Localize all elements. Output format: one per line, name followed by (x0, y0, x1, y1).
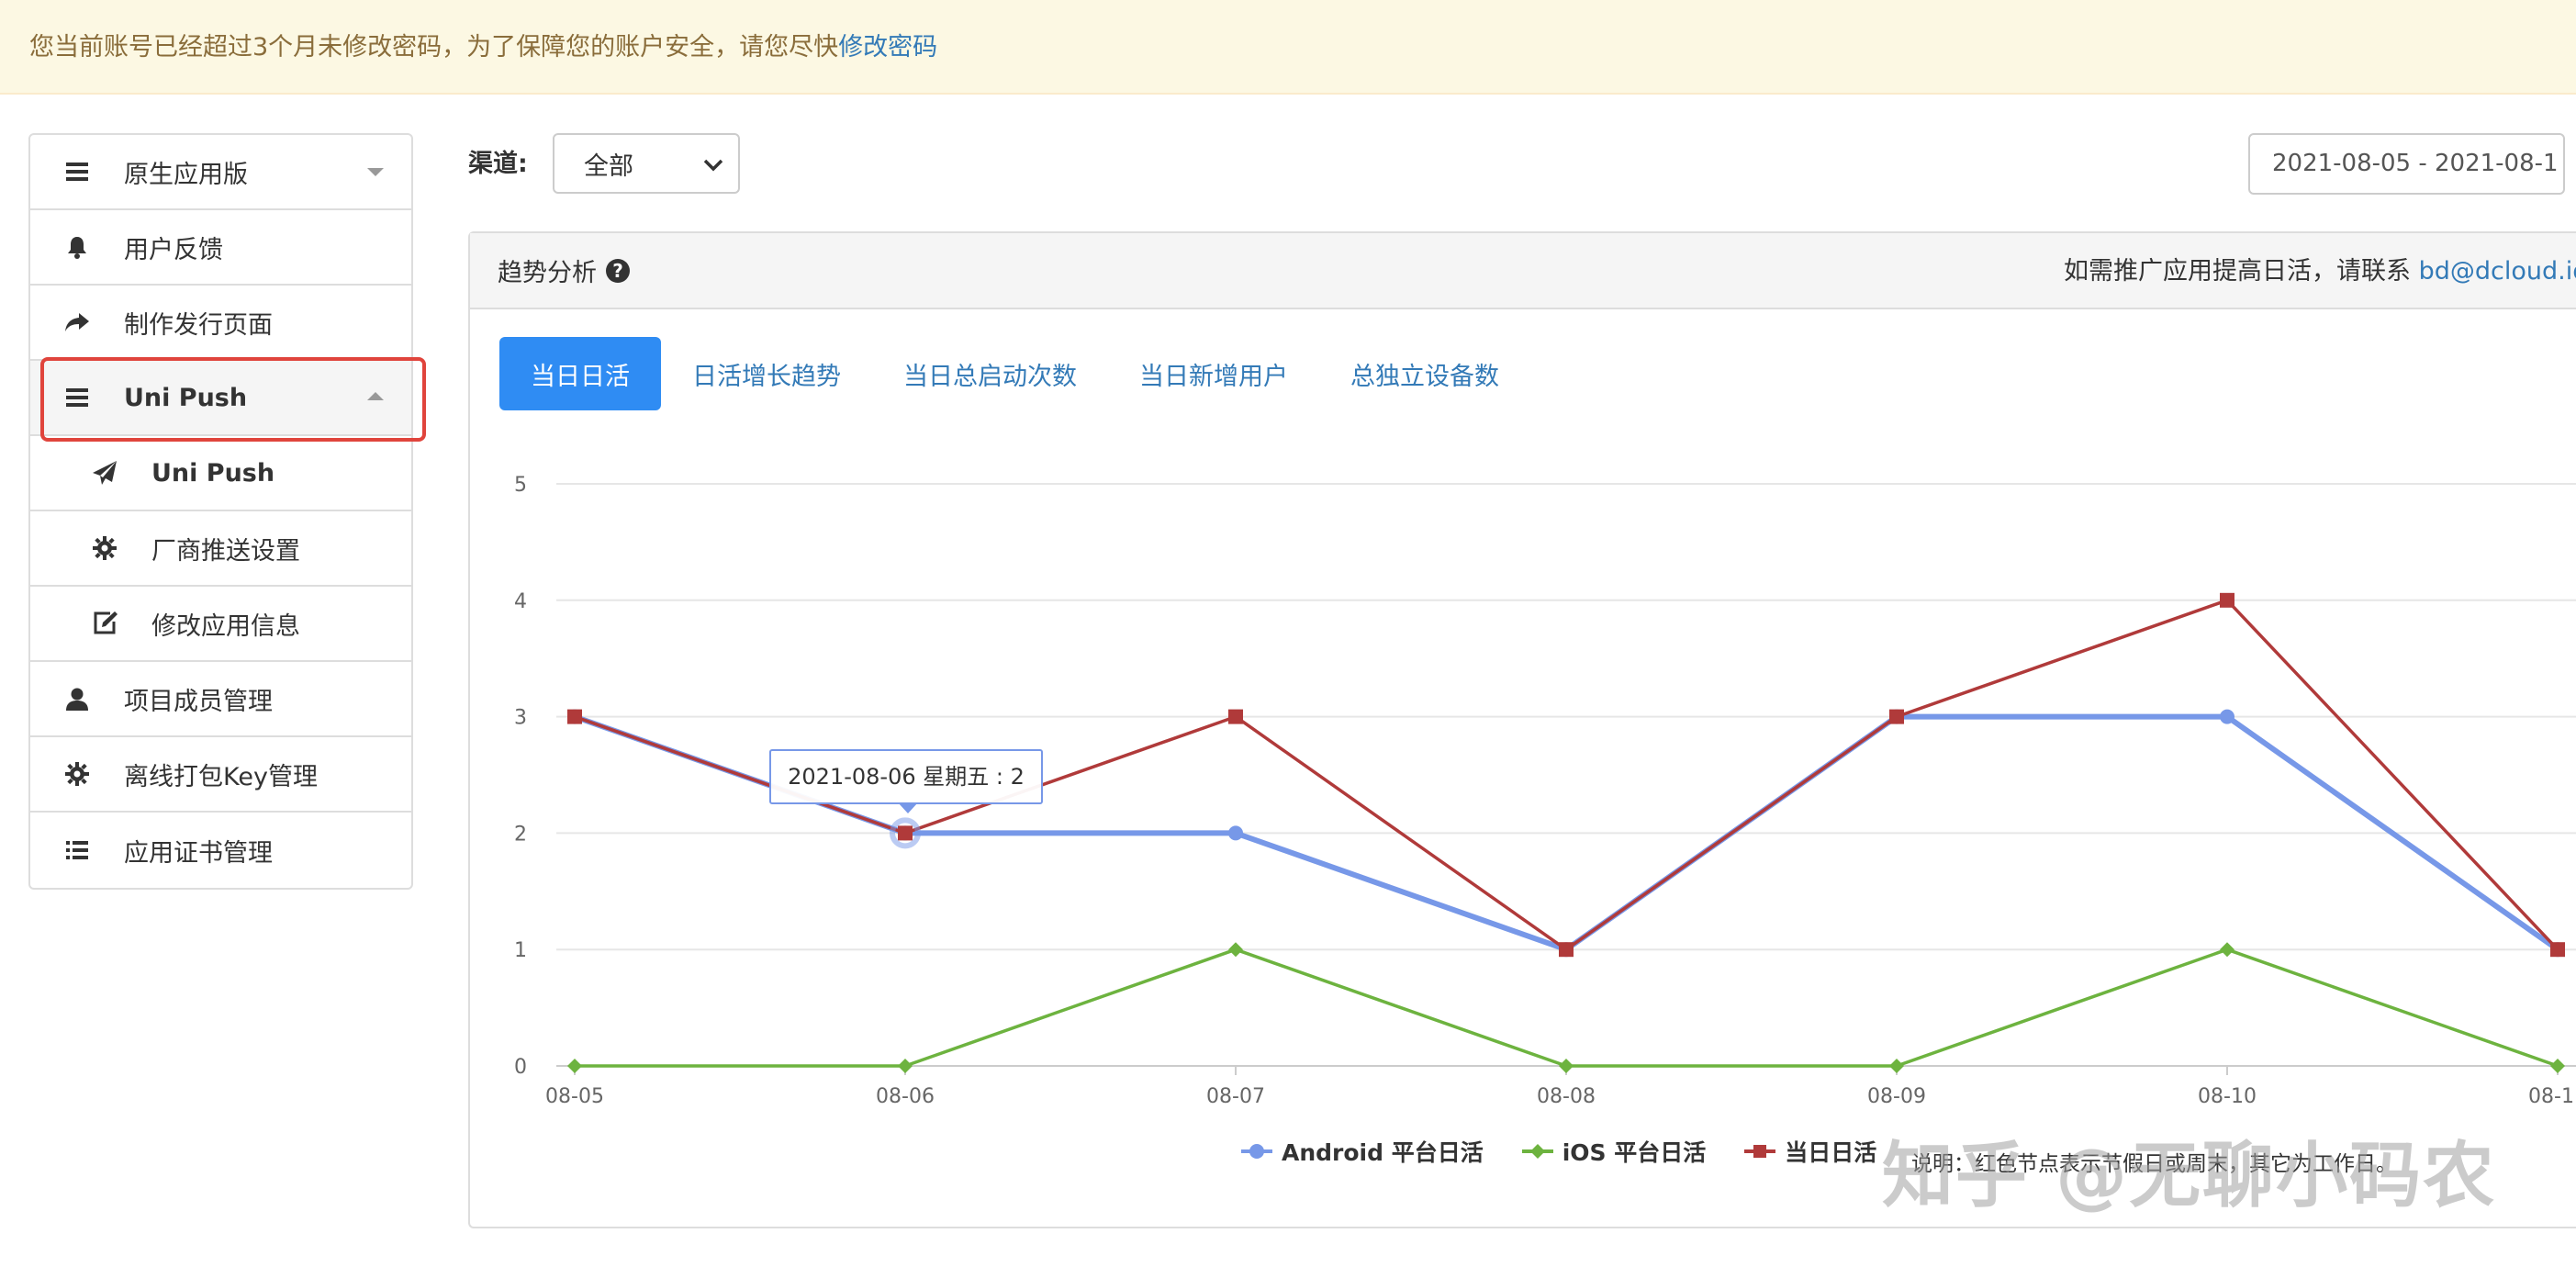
sidebar-item-4[interactable]: Uni Push (30, 436, 411, 511)
legend-marker (1241, 1144, 1272, 1159)
sidebar-item-8[interactable]: 离线打包Key管理 (30, 737, 411, 813)
sidebar-item-2[interactable]: 制作发行页面 (30, 286, 411, 361)
point-daily (2220, 592, 2234, 608)
x-tick-label: 08-07 (1206, 1085, 1265, 1108)
sidebar-item-label: Uni Push (151, 458, 275, 488)
panel-header: 趋势分析 ? 如需推广应用提高日活，请联系 bd@dcloud.io (470, 233, 2576, 309)
x-tick-label: 08-06 (876, 1085, 935, 1108)
paper-plane-icon (87, 455, 122, 490)
legend-item-1[interactable]: iOS 平台日活 (1521, 1135, 1707, 1168)
x-tick-label: 08-05 (545, 1085, 604, 1108)
point-daily (1889, 709, 1904, 724)
y-tick-label: 5 (514, 474, 527, 497)
chart-tooltip: 2021-08-06 星期五 : 2 (769, 749, 1043, 813)
legend-label: Android 平台日活 (1282, 1139, 1484, 1166)
caret-down-icon (367, 168, 384, 176)
gear-icon (87, 531, 122, 566)
trend-chart-svg: 0 1 2 3 4 5 08-05 08-06 08-07 08-08 08-09 08-10 08-1… (514, 474, 2576, 1108)
sidebar-item-label: 制作发行页面 (124, 310, 273, 340)
tab-0[interactable]: 当日日活 (499, 337, 661, 410)
channel-label: 渠道: (468, 150, 528, 178)
chart-tabs: 当日日活 日活增长趋势 当日总启动次数 当日新增用户 总独立设备数 (499, 337, 1530, 410)
promo-label: 如需推广应用提高日活，请联系 (2064, 257, 2419, 286)
legend-marker (1521, 1144, 1553, 1159)
bell-icon (60, 230, 95, 264)
sidebar-item-label: 厂商推送设置 (151, 536, 300, 566)
question-circle-icon[interactable]: ? (606, 258, 630, 283)
promo-email-link[interactable]: bd@dcloud.io (2419, 257, 2576, 286)
point-android (2220, 709, 2234, 724)
point-ios (1889, 1059, 1904, 1073)
sidebar-item-label: 离线打包Key管理 (124, 762, 318, 791)
promo-text: 如需推广应用提高日活，请联系 bd@dcloud.io (2064, 233, 2576, 309)
legend-item-0[interactable]: Android 平台日活 (1241, 1135, 1484, 1168)
point-ios (567, 1059, 582, 1073)
point-daily (898, 825, 913, 841)
x-tick-label: 08-09 (1867, 1085, 1926, 1108)
alert-text: 您当前账号已经超过3个月未修改密码，为了保障您的账户安全，请您尽快 (29, 33, 839, 62)
point-daily (2550, 942, 2565, 958)
sidebar-item-label: 项目成员管理 (124, 687, 273, 716)
y-tick-label: 4 (514, 590, 527, 613)
bars-icon (60, 380, 95, 415)
watermark: 知乎 @无聊小码农 (1882, 1135, 2497, 1217)
point-ios (1228, 942, 1243, 958)
series-line-1 (575, 947, 2559, 1068)
sidebar-item-6[interactable]: 修改应用信息 (30, 587, 411, 662)
legend-label: 当日日活 (1785, 1139, 1877, 1166)
point-daily (1559, 942, 1574, 958)
y-tick-label: 3 (514, 707, 527, 730)
tab-4[interactable]: 总独立设备数 (1319, 337, 1530, 410)
channel-select[interactable]: 全部 (553, 133, 740, 194)
trend-chart: 0 1 2 3 4 5 08-05 08-06 08-07 08-08 08-09 08-10 08-1… (468, 441, 2576, 1212)
point-android (1228, 825, 1243, 841)
sidebar-item-label: Uni Push (124, 383, 248, 412)
change-password-link[interactable]: 修改密码 (838, 33, 937, 62)
legend-marker (1744, 1145, 1776, 1158)
y-tick-label: 1 (514, 939, 527, 962)
edit-icon (87, 606, 122, 641)
sidebar-item-3[interactable]: Uni Push (30, 361, 411, 436)
sidebar-item-label: 修改应用信息 (151, 611, 300, 641)
y-tick-label: 0 (514, 1056, 527, 1079)
point-ios (2220, 942, 2234, 958)
caret-up-icon (367, 392, 384, 400)
point-daily (567, 709, 582, 724)
chart-legend: Android 平台日活 iOS 平台日活 当日日活 (1241, 1135, 1915, 1168)
x-tick-label: 08-11 (2528, 1085, 2576, 1108)
x-tick-label: 08-10 (2198, 1085, 2257, 1108)
sidebar-item-1[interactable]: 用户反馈 (30, 210, 411, 286)
x-tick-label: 08-08 (1537, 1085, 1596, 1108)
chevron-down-icon (703, 150, 723, 178)
user-icon (60, 681, 95, 716)
point-daily (1228, 709, 1243, 724)
point-ios (2550, 1059, 2565, 1073)
password-alert: 您当前账号已经超过3个月未修改密码，为了保障您的账户安全，请您尽快修改密码 (0, 0, 2576, 95)
date-range-input[interactable]: 2021-08-05 - 2021-08-1 (2248, 133, 2565, 195)
gear-icon (60, 757, 95, 791)
sidebar-item-5[interactable]: 厂商推送设置 (30, 511, 411, 587)
sidebar-menu: 原生应用版用户反馈制作发行页面 Uni Push Uni Push 厂商推送设置 修改应… (28, 133, 413, 890)
y-tick-label: 2 (514, 823, 527, 846)
sidebar-item-label: 应用证书管理 (124, 838, 273, 868)
sidebar-item-label: 原生应用版 (124, 160, 248, 189)
sidebar-item-0[interactable]: 原生应用版 (30, 135, 411, 210)
sidebar-item-7[interactable]: 项目成员管理 (30, 662, 411, 737)
tab-2[interactable]: 当日总启动次数 (872, 337, 1108, 410)
panel-title: 趋势分析 (498, 259, 597, 287)
list-icon (60, 833, 95, 868)
legend-item-2[interactable]: 当日日活 (1744, 1135, 1876, 1168)
tab-1[interactable]: 日活增长趋势 (661, 337, 872, 410)
point-ios (1559, 1059, 1574, 1073)
tab-3[interactable]: 当日新增用户 (1108, 337, 1319, 410)
sidebar-item-9[interactable]: 应用证书管理 (30, 813, 411, 888)
channel-select-value: 全部 (584, 151, 633, 181)
legend-label: iOS 平台日活 (1562, 1139, 1707, 1166)
bars-icon (60, 154, 95, 189)
share-icon (60, 305, 95, 340)
sidebar-item-label: 用户反馈 (124, 235, 223, 264)
point-ios (898, 1059, 913, 1073)
